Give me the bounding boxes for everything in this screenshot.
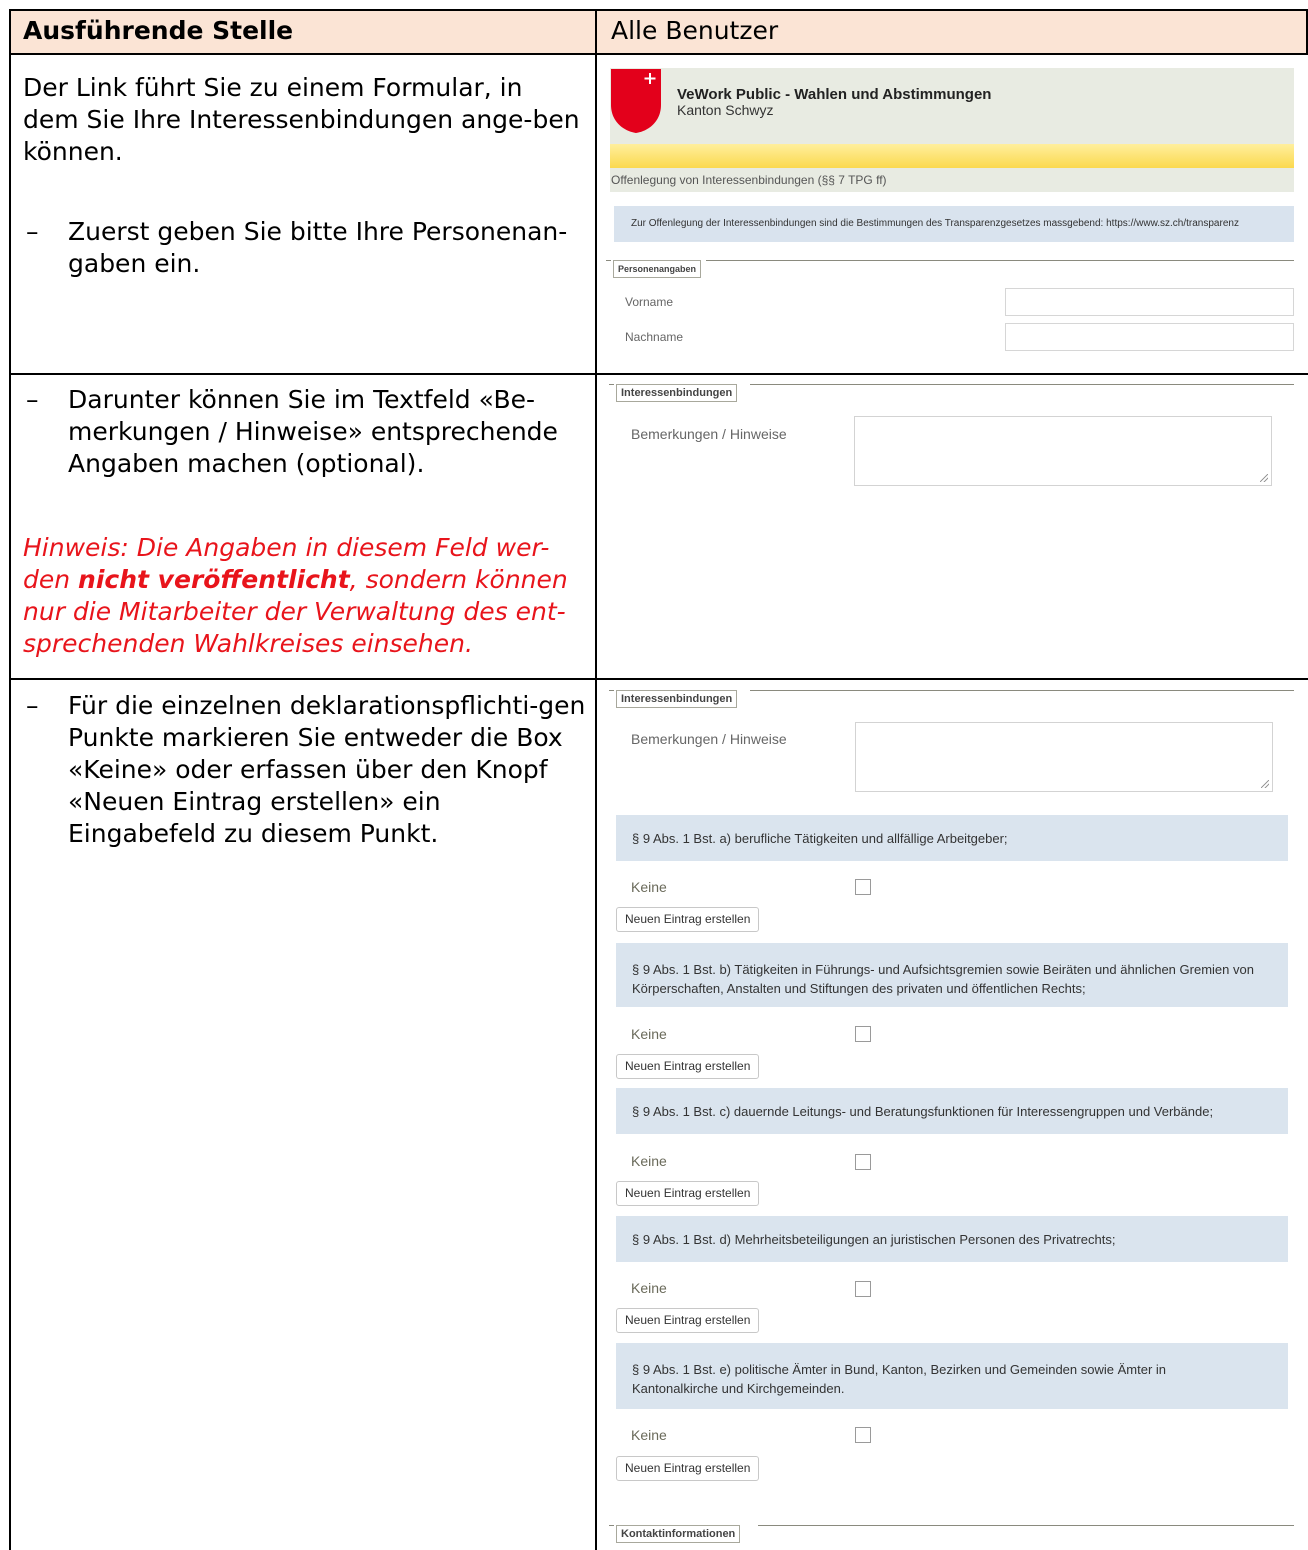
table-column-divider bbox=[595, 9, 597, 1550]
breadcrumb: Offenlegung von Interessenbindungen (§§ … bbox=[610, 168, 1294, 192]
legend-rule bbox=[750, 384, 1294, 385]
legend-rule bbox=[758, 1525, 1294, 1526]
row2-bullet-text: Darunter können Sie im Textfeld «Be-merk… bbox=[68, 385, 558, 478]
legend-personenangaben: Personenangaben bbox=[613, 260, 702, 278]
section-c: § 9 Abs. 1 Bst. c) dauernde Leitungs- un… bbox=[616, 1088, 1288, 1134]
keine-checkbox-b[interactable] bbox=[855, 1026, 871, 1042]
section-a: § 9 Abs. 1 Bst. a) berufliche Tätigkeite… bbox=[616, 815, 1288, 861]
nachname-label: Nachname bbox=[625, 330, 684, 344]
keine-checkbox-e[interactable] bbox=[855, 1427, 871, 1443]
keine-label-c: Keine bbox=[631, 1153, 667, 1169]
legend-kontaktinformationen: Kontaktinformationen bbox=[616, 1525, 741, 1543]
bemerkungen-textarea[interactable] bbox=[854, 416, 1272, 486]
legend-interessenbindungen-2: Interessenbindungen bbox=[616, 690, 738, 708]
keine-label-a: Keine bbox=[631, 879, 667, 895]
keine-checkbox-a[interactable] bbox=[855, 879, 871, 895]
header-executing-unit: Ausführende Stelle bbox=[23, 16, 294, 45]
row2-note: Hinweis: Die Angaben in diesem Feld wer-… bbox=[23, 532, 583, 660]
keine-label-b: Keine bbox=[631, 1026, 667, 1042]
resize-grip-icon[interactable] bbox=[1261, 780, 1269, 788]
note-bold: nicht veröffentlicht bbox=[78, 565, 350, 594]
row1-intro-text: Der Link führt Sie zu einem Formular, in… bbox=[23, 73, 580, 166]
vorname-label: Vorname bbox=[625, 295, 674, 309]
info-notice: Zur Offenlegung der Interessenbindungen … bbox=[614, 206, 1294, 242]
legend-tick bbox=[609, 384, 614, 385]
app-subtitle: Kanton Schwyz bbox=[677, 102, 774, 118]
row3-bullet-text: Für die einzelnen deklarationspflichti-g… bbox=[68, 691, 586, 848]
bemerkungen-textarea-2[interactable] bbox=[855, 722, 1273, 792]
row1-bullet-text: Zuerst geben Sie bitte Ihre Personenan-g… bbox=[68, 217, 568, 278]
row3-bullet: – bbox=[26, 691, 39, 720]
schwyz-coat-of-arms-icon bbox=[611, 69, 661, 133]
section-e: § 9 Abs. 1 Bst. e) politische Ämter in B… bbox=[616, 1343, 1288, 1409]
new-entry-button-e[interactable]: Neuen Eintrag erstellen bbox=[616, 1456, 760, 1481]
row1-bullet: – bbox=[26, 217, 39, 246]
new-entry-button-c[interactable]: Neuen Eintrag erstellen bbox=[616, 1181, 760, 1206]
nachname-input[interactable] bbox=[1005, 323, 1294, 351]
new-entry-button-b[interactable]: Neuen Eintrag erstellen bbox=[616, 1054, 760, 1079]
keine-label-e: Keine bbox=[631, 1427, 667, 1443]
new-entry-button-a[interactable]: Neuen Eintrag erstellen bbox=[616, 907, 760, 932]
table-border-header bbox=[9, 53, 1308, 55]
keine-label-d: Keine bbox=[631, 1280, 667, 1296]
table-border-top bbox=[9, 9, 1308, 11]
legend-tick bbox=[609, 1525, 614, 1526]
legend-tick bbox=[606, 260, 611, 261]
resize-grip-icon[interactable] bbox=[1260, 474, 1268, 482]
header-all-users: Alle Benutzer bbox=[611, 16, 779, 45]
section-d: § 9 Abs. 1 Bst. d) Mehrheitsbeteiligunge… bbox=[616, 1216, 1288, 1262]
new-entry-button-d[interactable]: Neuen Eintrag erstellen bbox=[616, 1308, 760, 1333]
row2-bullet: – bbox=[26, 385, 39, 414]
bemerkungen-label-2: Bemerkungen / Hinweise bbox=[631, 731, 787, 747]
table-border-row2 bbox=[9, 678, 1308, 680]
app-title: VeWork Public - Wahlen und Abstimmungen bbox=[677, 86, 992, 103]
legend-interessenbindungen: Interessenbindungen bbox=[616, 384, 738, 402]
legend-rule bbox=[706, 260, 1294, 261]
table-border-row1 bbox=[9, 373, 1308, 375]
legend-rule bbox=[750, 690, 1294, 691]
bemerkungen-label: Bemerkungen / Hinweise bbox=[631, 426, 787, 442]
legend-tick bbox=[609, 690, 614, 691]
keine-checkbox-c[interactable] bbox=[855, 1154, 871, 1170]
section-b: § 9 Abs. 1 Bst. b) Tätigkeiten in Führun… bbox=[616, 943, 1288, 1007]
gold-band bbox=[610, 144, 1294, 168]
keine-checkbox-d[interactable] bbox=[855, 1281, 871, 1297]
vorname-input[interactable] bbox=[1005, 288, 1294, 316]
table-border-left bbox=[9, 9, 11, 1550]
